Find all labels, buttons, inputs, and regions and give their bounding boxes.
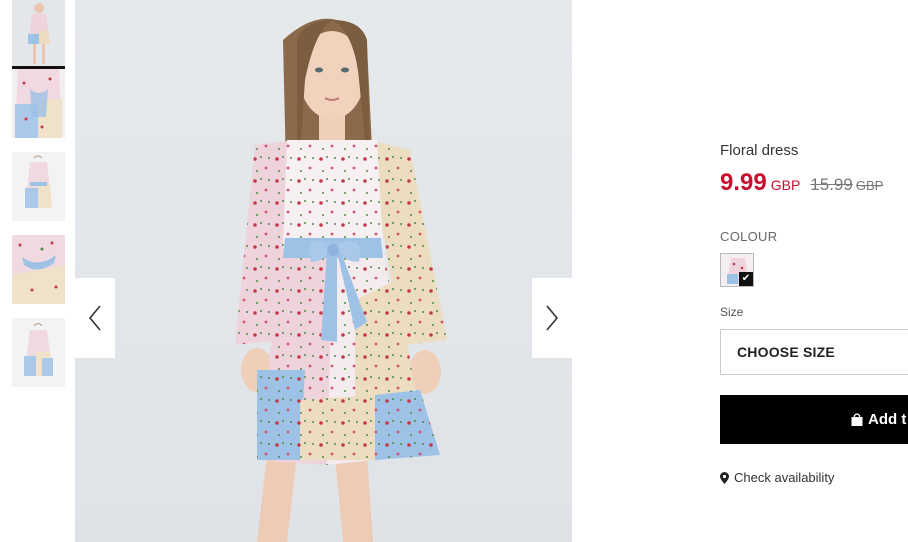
check-availability-label: Check availability [734,470,835,485]
next-image-button[interactable] [532,278,572,358]
thumbnail-2[interactable] [12,69,65,138]
product-title: Floral dress [720,142,799,159]
thumbnail-image [12,152,65,221]
location-pin-icon [720,471,729,484]
main-product-image [75,0,572,542]
size-select[interactable]: CHOOSE SIZE [720,329,908,375]
old-currency: GBP [855,178,884,193]
thumbnail-image [12,69,65,138]
price-row: 9.99 GBP 15.99 GBP [720,169,883,197]
thumbnail-5[interactable] [12,318,65,387]
shopping-bag-icon [851,413,863,426]
thumbnail-3[interactable] [12,152,65,221]
thumbnail-image [12,235,65,304]
colour-label: COLOUR [720,229,778,244]
chevron-right-icon [546,305,559,331]
thumbnail-image [12,0,65,69]
thumbnail-1[interactable] [12,0,65,69]
chevron-left-icon [88,305,101,331]
thumbnail-4[interactable] [12,235,65,304]
old-price: 15.99 [810,175,853,194]
previous-image-button[interactable] [75,278,115,358]
current-currency: GBP [770,177,801,193]
thumbnail-image [12,318,65,387]
dress-photo [235,18,447,542]
add-to-cart-label: Add t [868,411,907,428]
colour-swatch-selected[interactable]: ✔ [720,253,754,287]
check-availability-link[interactable]: Check availability [720,470,834,485]
current-price: 9.99 [720,169,767,196]
check-icon: ✔ [739,272,753,286]
size-label: Size [720,305,744,319]
add-to-cart-button[interactable]: Add t [720,395,908,444]
